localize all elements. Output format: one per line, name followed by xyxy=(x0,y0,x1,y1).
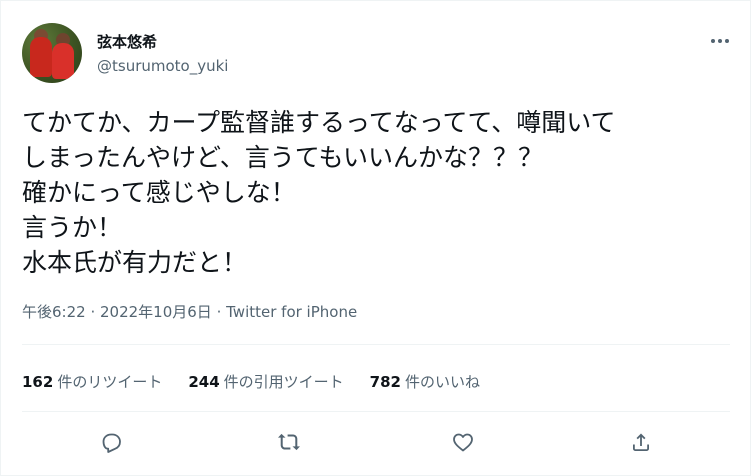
likes-stat[interactable]: 782 件のいいね xyxy=(370,371,480,392)
retweets-stat[interactable]: 162 件のリツイート xyxy=(22,371,162,392)
tweet-date[interactable]: 2022年10月6日 xyxy=(100,303,212,321)
retweets-label: 件のリツイート xyxy=(57,373,163,391)
divider xyxy=(22,411,730,412)
tweet-text-line: てかてか、カープ監督誰するってなってて、噂聞いて xyxy=(22,108,616,137)
quotes-label: 件の引用ツイート xyxy=(223,373,344,391)
tweet-card: 弦本悠希 @tsurumoto_yuki てかてか、カープ監督誰するってなってて… xyxy=(0,0,751,476)
divider xyxy=(22,344,730,345)
likes-label: 件のいいね xyxy=(404,373,480,391)
retweets-count: 162 xyxy=(22,373,54,391)
retweet-button[interactable] xyxy=(272,425,306,459)
reply-icon xyxy=(102,433,121,453)
tweet-source[interactable]: Twitter for iPhone xyxy=(226,303,357,321)
avatar[interactable] xyxy=(22,23,82,83)
display-name[interactable]: 弦本悠希 xyxy=(97,31,157,52)
tweet-actions xyxy=(22,425,730,459)
tweet-text-line: 水本氏が有力だと！ xyxy=(22,248,248,277)
like-button[interactable] xyxy=(446,425,480,459)
share-button[interactable] xyxy=(624,425,658,459)
retweet-icon xyxy=(278,433,300,451)
quotes-count: 244 xyxy=(188,373,220,391)
likes-count: 782 xyxy=(369,373,401,391)
quotes-stat[interactable]: 244 件の引用ツイート xyxy=(188,371,343,392)
tweet-meta: 午後6:22 · 2022年10月6日 · Twitter for iPhone xyxy=(22,301,357,322)
reply-button[interactable] xyxy=(94,425,128,459)
tweet-header: 弦本悠希 @tsurumoto_yuki xyxy=(22,23,732,85)
meta-separator: · xyxy=(211,303,227,321)
like-icon xyxy=(453,433,473,452)
tweet-time[interactable]: 午後6:22 xyxy=(22,303,86,321)
tweet-text-line: 確かにって感じやしな！ xyxy=(22,178,296,207)
user-handle[interactable]: @tsurumoto_yuki xyxy=(97,57,228,75)
tweet-text-line: 言うか！ xyxy=(22,213,123,242)
tweet-text: てかてか、カープ監督誰するってなってて、噂聞いて しまったんやけど、言うてもいい… xyxy=(22,105,734,280)
tweet-text-line: しまったんやけど、言うてもいいんかな？？？ xyxy=(22,143,544,172)
share-icon xyxy=(633,433,649,451)
tweet-stats: 162 件のリツイート 244 件の引用ツイート 782 件のいいね xyxy=(22,371,480,392)
more-icon[interactable] xyxy=(708,31,732,51)
meta-separator: · xyxy=(85,303,100,321)
